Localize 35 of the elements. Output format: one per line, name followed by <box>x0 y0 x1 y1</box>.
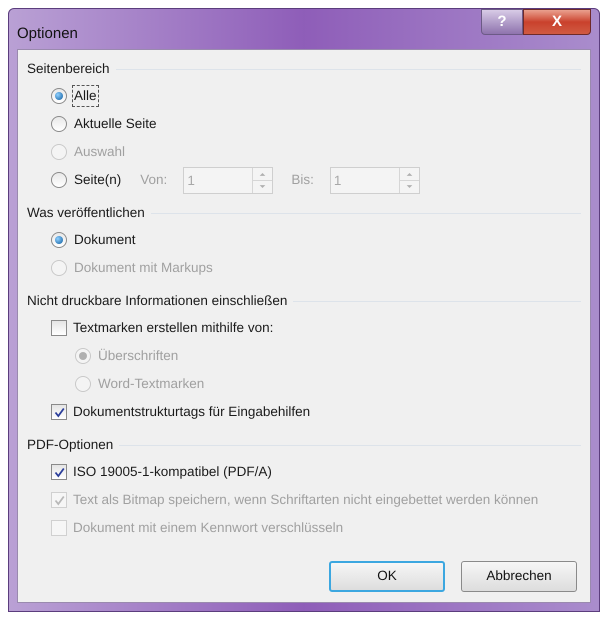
spinner-value: 1 <box>332 172 342 190</box>
radio-button[interactable] <box>51 172 67 188</box>
checkmark-icon <box>54 406 64 418</box>
option-label: Word-Textmarken <box>97 374 206 393</box>
radio-button[interactable] <box>51 88 67 104</box>
checkmark-icon <box>54 494 64 506</box>
checkmark-icon <box>54 466 64 478</box>
option-label: Alle <box>73 86 98 106</box>
option-label: Auswahl <box>73 142 126 161</box>
option-label: Seite(n) <box>73 170 122 189</box>
spinner-value: 1 <box>186 172 196 190</box>
section-title: Seitenbereich <box>27 60 110 78</box>
window-title: Optionen <box>17 24 78 44</box>
section-title: Was veröffentlichen <box>27 204 145 222</box>
option-label: Dokument mit Markups <box>73 258 214 277</box>
radio-button[interactable] <box>51 232 67 248</box>
option-label: Textmarken erstellen mithilfe von: <box>73 318 274 337</box>
section-title: PDF-Optionen <box>27 436 114 454</box>
dialog-button[interactable]: Abbrechen <box>461 561 577 592</box>
option-label: Aktuelle Seite <box>73 114 158 133</box>
option-label: Dokumentstrukturtags für Eingabehilfen <box>73 402 310 421</box>
radio-button[interactable] <box>51 116 67 132</box>
dialog-button[interactable]: OK <box>329 561 445 592</box>
checkbox[interactable] <box>51 404 67 420</box>
checkbox[interactable] <box>51 464 67 480</box>
field-label: Bis: <box>291 170 314 189</box>
close-button[interactable]: X <box>523 9 591 35</box>
checkbox[interactable] <box>51 320 67 336</box>
option-label: ISO 19005-1-kompatibel (PDF/A) <box>73 462 272 481</box>
option-label: Text als Bitmap speichern, wenn Schriftarten nicht eingebettet werden können <box>73 490 538 509</box>
option-label: Dokument <box>73 230 137 249</box>
field-label: Von: <box>140 170 168 189</box>
option-label: Überschriften <box>97 346 180 365</box>
section-title: Nicht druckbare Informationen einschließen <box>27 292 288 310</box>
option-label: Dokument mit einem Kennwort verschlüsseln <box>73 518 344 537</box>
